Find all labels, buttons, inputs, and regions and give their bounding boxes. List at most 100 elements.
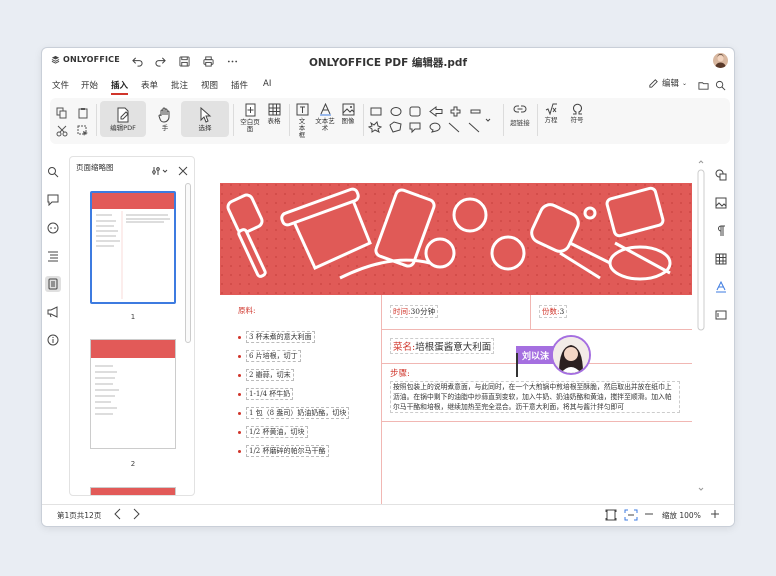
search-panel-button[interactable] (45, 164, 61, 180)
signature-settings-button[interactable] (713, 307, 729, 323)
undo-button[interactable] (128, 52, 146, 70)
image-settings-button[interactable] (713, 195, 729, 211)
text-box-button[interactable]: 文本框 (292, 103, 312, 139)
previous-page-button[interactable] (113, 508, 123, 522)
callout-shape-icon (409, 122, 421, 134)
ingredient-item[interactable]: 1-1/4 杯牛奶 (238, 388, 294, 400)
cut-button[interactable] (56, 122, 68, 137)
thumbnail-scrollbar[interactable] (185, 183, 191, 343)
thumbnails-panel-button[interactable] (45, 276, 61, 292)
zoom-in-button[interactable] (710, 508, 720, 522)
select-tool-label: 选择 (198, 123, 212, 132)
thumbnail-page-2[interactable] (90, 339, 176, 449)
menu-ai[interactable]: AI (263, 79, 271, 89)
toolbar-separator (363, 104, 364, 136)
kitchen-utensils-illustration (220, 183, 692, 295)
redo-button[interactable] (151, 52, 169, 70)
menu-insert[interactable]: 插入 (111, 79, 129, 95)
steps-text[interactable]: 按照包装上的说明煮意面，与此同时，在一个大煎锅中煎培根至酥脆，然后取出并放在纸巾… (390, 381, 680, 413)
scrollbar-track (697, 160, 705, 491)
close-panel-button[interactable] (178, 161, 188, 180)
bullet (238, 392, 241, 396)
menu-plugins[interactable]: 插件 (231, 79, 248, 91)
menu-view[interactable]: 视图 (201, 79, 218, 91)
edit-pdf-button[interactable]: 编辑PDF (100, 101, 146, 137)
ingredient-item[interactable]: 1 包（8 盎司）奶油奶酪，切块 (238, 407, 350, 419)
ingredient-text: 1/2 杯磨碎的帕尔马干酪 (246, 445, 329, 457)
print-icon (202, 55, 214, 67)
edit-mode-dropdown[interactable]: 编辑 ⌄ (648, 77, 687, 89)
blank-page-button[interactable]: 空白页面 (238, 103, 262, 133)
recipe-banner (220, 183, 692, 295)
ingredient-item[interactable]: 1/2 杯黄油，切块 (238, 426, 308, 438)
select-all-button[interactable] (77, 122, 89, 136)
ingredients-heading[interactable]: 原料: (238, 305, 256, 316)
bullet (238, 373, 241, 377)
thumbnail-page-1[interactable] (90, 191, 176, 304)
search-button[interactable] (711, 76, 729, 94)
user-avatar[interactable] (713, 53, 728, 68)
servings-label: 份数: (542, 307, 560, 316)
text-art-button[interactable]: 文本艺术 (314, 103, 336, 132)
image-button[interactable]: 图像 (338, 103, 358, 125)
text-box-icon (296, 103, 308, 116)
fit-width-button[interactable] (624, 509, 638, 523)
comments-panel-button[interactable] (45, 192, 61, 208)
minus-shape-icon (470, 109, 481, 114)
dish-label: 菜名: (393, 342, 416, 353)
more-button[interactable] (223, 52, 241, 70)
thumbnail-settings-button[interactable] (152, 161, 168, 180)
paragraph-settings-button[interactable] (713, 223, 729, 239)
hand-tool-button[interactable]: 手 (154, 101, 176, 137)
paste-button[interactable] (77, 104, 89, 119)
fit-page-button[interactable] (605, 509, 617, 523)
copy-button[interactable] (56, 104, 68, 119)
open-location-button[interactable] (694, 76, 712, 94)
headings-panel-button[interactable] (45, 248, 61, 264)
text-art-settings-button[interactable] (713, 279, 729, 295)
collaborator-avatar (551, 335, 592, 375)
hyperlink-button[interactable]: 超链接 (506, 103, 534, 127)
menu-file[interactable]: 文件 (52, 79, 69, 91)
thumbnail-page-number: 1 (130, 313, 136, 321)
print-button[interactable] (199, 52, 217, 70)
menu-home[interactable]: 开始 (81, 79, 98, 91)
ingredient-item[interactable]: 6 片培根，切丁 (238, 350, 301, 362)
next-page-button[interactable] (131, 508, 141, 522)
search-icon (715, 80, 725, 90)
equation-button[interactable]: 方程 (540, 103, 562, 124)
zoom-level[interactable]: 缩放 100% (662, 510, 701, 521)
document-scrollbar[interactable] (697, 158, 705, 493)
time-field[interactable]: 时间:30分钟 (390, 305, 439, 318)
save-button[interactable] (175, 52, 193, 70)
form-field-icon (715, 310, 727, 320)
select-tool-button[interactable]: 选择 (181, 101, 229, 137)
toolbar-separator (503, 104, 504, 136)
chat-panel-button[interactable] (45, 220, 61, 236)
menu-form[interactable]: 表单 (141, 79, 158, 91)
shape-settings-button[interactable] (713, 167, 729, 183)
table-button[interactable]: 表格 (264, 103, 284, 125)
servings-field[interactable]: 份数:3 (539, 305, 568, 318)
dish-name-field[interactable]: 菜名:培根蛋酱意大利面 (390, 338, 495, 354)
about-button[interactable] (45, 332, 61, 348)
row-divider (381, 421, 692, 422)
ingredient-item[interactable]: 2 瓣蒜，切末 (238, 369, 294, 381)
feedback-button[interactable] (45, 304, 61, 320)
shapes-gallery[interactable] (368, 105, 492, 137)
menu-comment[interactable]: 批注 (171, 79, 188, 91)
thumbnail-page-3[interactable] (90, 487, 176, 495)
zoom-out-button[interactable] (644, 508, 654, 522)
ingredient-item[interactable]: 3 杯未煮的意大利面 (238, 331, 315, 343)
thumbnail-content (95, 365, 119, 415)
left-arrow-shape-icon (429, 106, 443, 117)
symbol-button[interactable]: 符号 (566, 103, 588, 124)
ingredient-item[interactable]: 1/2 杯磨碎的帕尔马干酪 (238, 445, 329, 457)
table-settings-button[interactable] (713, 251, 729, 267)
image-icon (342, 103, 354, 116)
edit-pdf-icon (117, 107, 129, 122)
document-canvas[interactable]: 原料: 3 杯未煮的意大利面 6 片培根，切丁 2 瓣蒜，切末 1-1/4 杯牛… (202, 158, 702, 506)
user-avatar-icon (715, 54, 726, 68)
steps-heading[interactable]: 步骤: (390, 367, 410, 379)
steps-label: 步骤: (390, 369, 410, 379)
